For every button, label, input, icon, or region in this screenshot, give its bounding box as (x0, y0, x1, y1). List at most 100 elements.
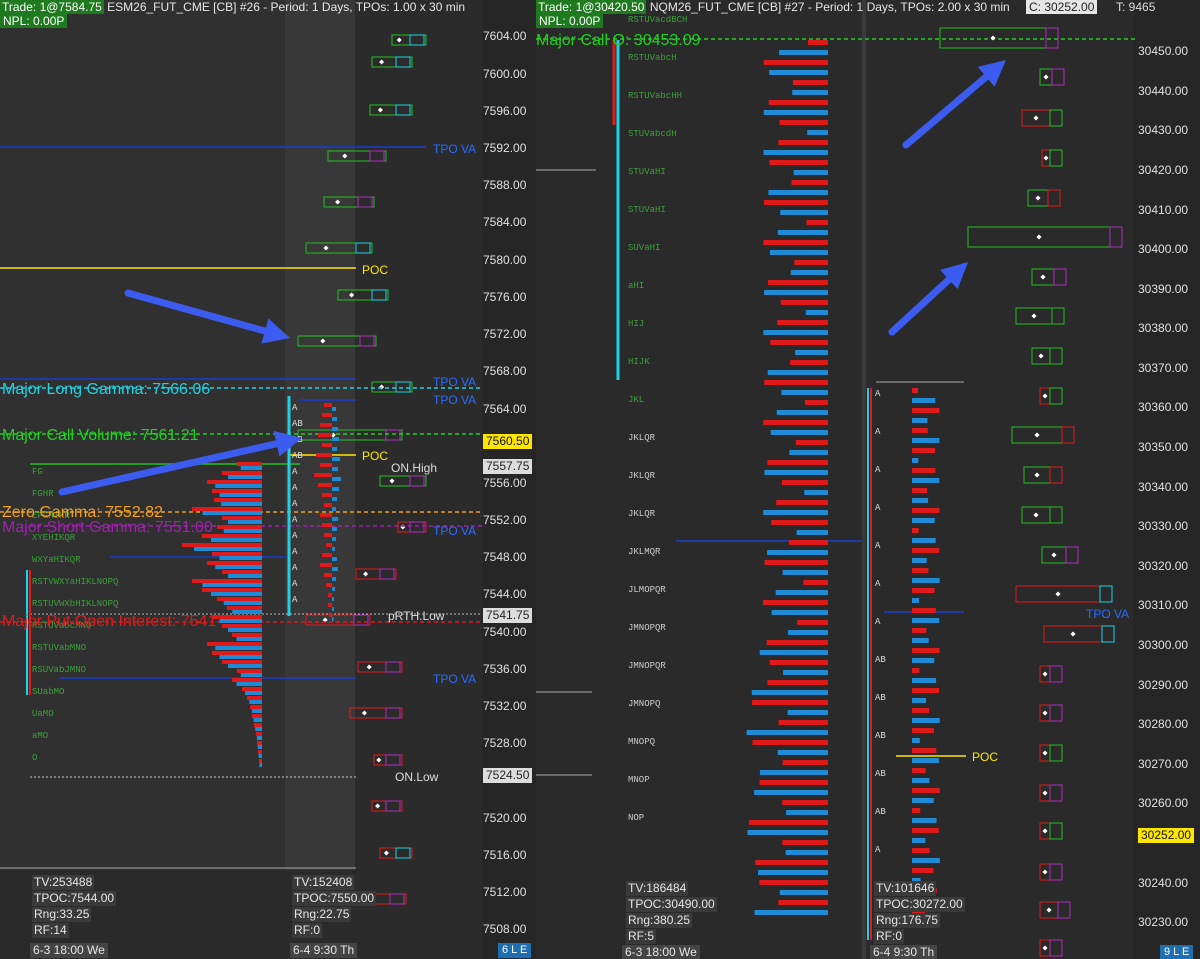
nq-tpo-row-5: STUVaHI (628, 205, 666, 215)
nq-vol-bar-15 (768, 190, 828, 195)
nq-vol-bar-12 (769, 160, 828, 165)
nq-ladder-box-b-13 (1065, 546, 1079, 564)
nq-vol-bar-61 (759, 650, 828, 655)
nq-stat-tv-1: TV:186484 (626, 881, 689, 896)
es-vol-blue-8 (211, 538, 262, 542)
es-s2-vol-blue-0 (332, 407, 336, 411)
nq-tpo-row-16: JMNOPQR (628, 623, 666, 633)
es-s2-vol-blue-7 (332, 477, 341, 481)
nq-s2-vol-bar-6 (912, 448, 936, 453)
es-major-short-gamma-label: Major Short Gamma: 7551.00 (2, 519, 213, 536)
es-s2-vol-blue-1 (332, 417, 337, 421)
es-price-tick-5: 7584.00 (483, 215, 527, 229)
es-s2-tpo-0: A (292, 403, 298, 413)
es-s2-vol-blue-21 (332, 617, 334, 621)
nq-price-tick-2: 30430.00 (1138, 123, 1189, 137)
nq-s2-vol-bar-26 (912, 648, 940, 653)
es-s2-tpo-9: A (292, 547, 298, 557)
nq-corner-badge[interactable]: 9 L E (1160, 945, 1194, 959)
nq-s2-vol-bar-8 (912, 468, 936, 473)
es-vol-red-4 (214, 498, 262, 502)
nq-s2-vol-bar-10 (912, 488, 928, 493)
es-vol-blue-20 (215, 646, 262, 650)
nq-ladder-box-b-21 (1049, 863, 1063, 881)
nq-price-tick-1: 30440.00 (1138, 84, 1189, 98)
nq-npl: NPL: 0.00P (536, 14, 604, 28)
nq-vol-bar-87 (754, 910, 828, 915)
nq-s2-vol-bar-30 (912, 688, 940, 693)
es-vol-blue-6 (228, 520, 262, 524)
es-vol-blue-18 (228, 628, 262, 632)
es-s2-vol-red-20 (328, 603, 332, 607)
es-vol-blue-5 (202, 511, 262, 515)
nq-vol-bar-35 (781, 390, 828, 395)
nq-price-tick-9: 30360.00 (1138, 400, 1189, 414)
es-on-low-label: ON.Low (395, 770, 439, 784)
nq-vol-bar-42 (767, 460, 828, 465)
nq-ladder-diamond-19 (1042, 790, 1048, 796)
es-s2-vol-red-8 (318, 483, 332, 487)
nq-price-tick-14: 30310.00 (1138, 598, 1189, 612)
nq-chart-canvas[interactable]: RSTUVacdBCH RSTUVabcH RSTUVabcHH STUVabcdH S… (536, 0, 1200, 959)
nq-s2-vol-bar-43 (912, 818, 937, 823)
nq-tpo-row-21: NOP (628, 813, 644, 823)
es-vol-blue-0 (240, 466, 262, 470)
nq-stat-rng-2: Rng:176.75 (874, 913, 941, 928)
nq-vol-bar-10 (778, 140, 828, 145)
es-s2-vol-blue-20 (332, 607, 334, 611)
es-vol-blue-30 (256, 736, 262, 740)
nq-vol-bar-74 (759, 780, 828, 785)
nq-s2-vol-bar-34 (912, 728, 935, 733)
nq-vol-bar-79 (747, 830, 828, 835)
es-chart-panel[interactable]: FG FGHR EFGHIKR XYEHIKQR WXYaHIKQR RSTVWXYaHI… (0, 0, 534, 959)
nq-price-tick-10: 30350.00 (1138, 440, 1189, 454)
nq-s2-vol-bar-39 (912, 778, 930, 783)
nq-vol-bar-48 (771, 520, 828, 525)
nq-s2-vol-bar-12 (912, 508, 940, 513)
nq-price-tick-16: 30290.00 (1138, 678, 1189, 692)
nq-vol-bar-59 (788, 630, 828, 635)
nq-ladder-box-b-2 (1049, 109, 1063, 127)
nq-price-tick-22: 30230.00 (1138, 915, 1189, 929)
nq-vol-bar-31 (795, 350, 828, 355)
nq-price-tick-6: 30390.00 (1138, 282, 1189, 296)
nq-close-price: C: 30252.00 (1026, 0, 1098, 14)
nq-vol-bar-72 (782, 760, 828, 765)
es-vol-red-7 (217, 525, 262, 529)
es-s2-vol-red-5 (316, 453, 332, 457)
es-s2-vol-red-4 (322, 443, 332, 447)
es-s2-vol-blue-5 (332, 457, 340, 461)
nq-s2-vol-bar-20 (912, 588, 935, 593)
nq-s2-tpo-4: A (875, 541, 881, 551)
es-vol-red-22 (222, 660, 262, 664)
es-vol-red-19 (232, 633, 262, 637)
es-price-tick-7: 7576.00 (483, 290, 527, 304)
nq-ladder-diamond-20 (1042, 828, 1048, 834)
es-corner-badge[interactable]: 6 L E (498, 943, 532, 958)
nq-s2-tpo-9: AB (875, 731, 886, 741)
es-tpo-va-label-2: TPO VA (433, 375, 477, 389)
es-s2-vol-blue-18 (332, 587, 335, 591)
es-tpo-row-8: RSTUVabMNO (32, 643, 86, 653)
nq-vol-bar-86 (778, 900, 828, 905)
nq-vol-bar-24 (768, 280, 828, 285)
es-tpo-row-1: FGHR (32, 489, 54, 499)
nq-vol-bar-21 (769, 250, 828, 255)
es-stat-tv-1: TV:253488 (32, 875, 95, 890)
es-stat-tv-2: TV:152408 (292, 875, 355, 890)
nq-chart-panel[interactable]: RSTUVacdBCH RSTUVabcH RSTUVabcHH STUVabcdH S… (536, 0, 1200, 959)
es-tpo-row-6: RSTUVWXbHIKLNOPQ (32, 599, 118, 609)
nq-session-2-bg (862, 0, 866, 959)
nq-vol-bar-38 (763, 420, 828, 425)
nq-price-tick-0: 30450.00 (1138, 44, 1189, 58)
es-s2-tpo-11: A (292, 579, 298, 589)
nq-major-call-oi-label: Major Call O: 30453.09 (536, 32, 701, 49)
nq-vol-bar-60 (766, 640, 828, 645)
nq-ladder-diamond-10 (1034, 432, 1040, 438)
nq-vol-bar-0 (808, 40, 828, 45)
nq-vol-bar-78 (749, 820, 828, 825)
es-price-tick-6: 7580.00 (483, 253, 527, 267)
nq-vol-bar-64 (767, 680, 828, 685)
nq-ladder-box-b-8 (1049, 347, 1063, 365)
nq-tpo-row-9: HIJK (628, 357, 650, 367)
